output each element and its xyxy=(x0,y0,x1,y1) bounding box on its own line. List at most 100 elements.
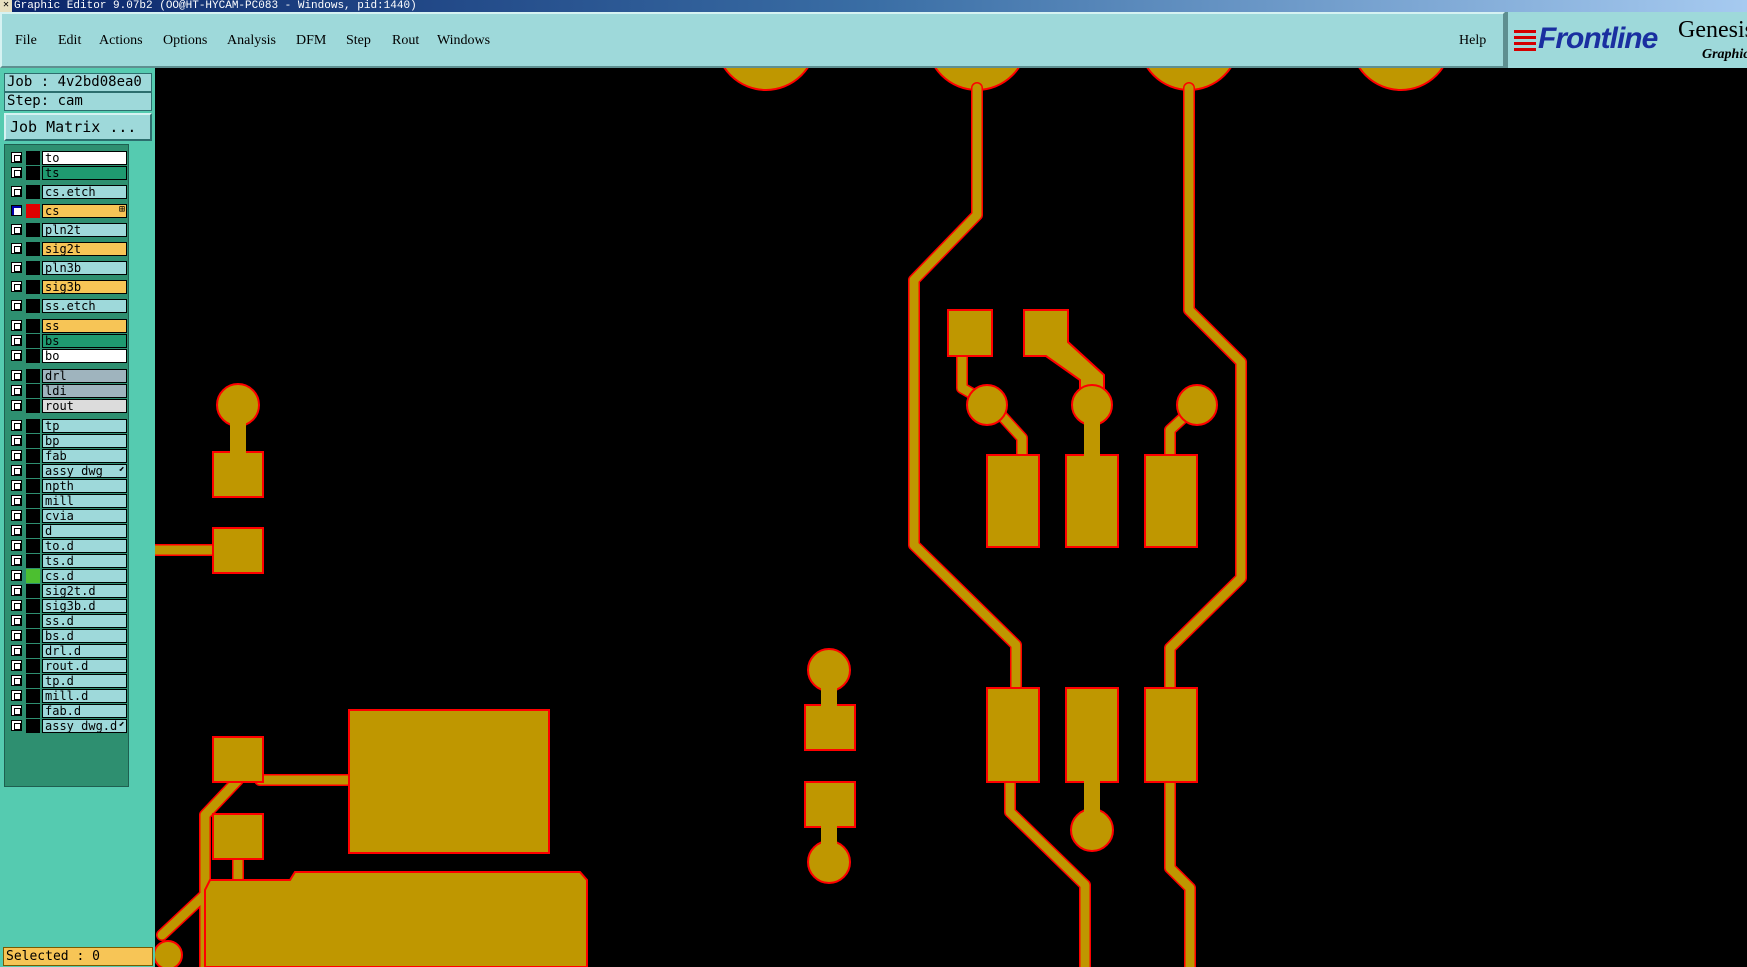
layer-color-swatch[interactable] xyxy=(26,464,40,478)
layer-name[interactable]: bs.d xyxy=(42,629,127,643)
layer-checkbox[interactable] xyxy=(11,720,22,731)
layer-row-ldi[interactable]: ldi xyxy=(7,384,127,398)
layer-checkbox[interactable] xyxy=(11,450,22,461)
job-matrix-button[interactable]: Job Matrix ... xyxy=(4,113,152,141)
menu-options[interactable]: Options xyxy=(163,32,207,50)
layer-row-ts[interactable]: ts xyxy=(7,166,127,180)
layer-name[interactable]: fab.d xyxy=(42,704,127,718)
layer-checkbox[interactable] xyxy=(11,350,22,361)
menu-actions[interactable]: Actions xyxy=(99,32,143,50)
layer-name[interactable]: bo xyxy=(42,349,127,363)
layer-row-bs[interactable]: bs xyxy=(7,334,127,348)
layer-name[interactable]: cs.d xyxy=(42,569,127,583)
menu-file[interactable]: File xyxy=(15,32,37,50)
layer-row-cs-etch[interactable]: cs.etch xyxy=(7,185,127,199)
layer-name[interactable]: rout.d xyxy=(42,659,127,673)
layer-color-swatch[interactable] xyxy=(26,185,40,199)
layer-color-swatch[interactable] xyxy=(26,719,40,733)
layer-color-swatch[interactable] xyxy=(26,494,40,508)
layer-row-mill-d[interactable]: mill.d xyxy=(7,689,127,703)
layer-row-bs-d[interactable]: bs.d xyxy=(7,629,127,643)
layer-name[interactable]: assy_dwg.d xyxy=(42,719,127,733)
layer-name[interactable]: sig3b.d xyxy=(42,599,127,613)
layer-row-ss-d[interactable]: ss.d xyxy=(7,614,127,628)
layer-name[interactable]: assy_dwg xyxy=(42,464,127,478)
layer-checkbox[interactable] xyxy=(11,243,22,254)
layer-name[interactable]: sig3b xyxy=(42,280,127,294)
layer-color-swatch[interactable] xyxy=(26,689,40,703)
layer-name[interactable]: pln3b xyxy=(42,261,127,275)
layer-name[interactable]: tp xyxy=(42,419,127,433)
layer-color-swatch[interactable] xyxy=(26,674,40,688)
layer-checkbox[interactable] xyxy=(11,630,22,641)
graphic-canvas[interactable] xyxy=(155,68,1747,967)
layer-row-fab-d[interactable]: fab.d xyxy=(7,704,127,718)
layer-color-swatch[interactable] xyxy=(26,319,40,333)
layer-name[interactable]: ss xyxy=(42,319,127,333)
layer-checkbox[interactable] xyxy=(11,420,22,431)
layer-color-swatch[interactable] xyxy=(26,704,40,718)
layer-name[interactable]: bp xyxy=(42,434,127,448)
layer-checkbox[interactable] xyxy=(11,660,22,671)
layer-checkbox[interactable] xyxy=(11,435,22,446)
layer-color-swatch[interactable] xyxy=(26,614,40,628)
layer-checkbox[interactable] xyxy=(11,555,22,566)
layer-name[interactable]: tp.d xyxy=(42,674,127,688)
menu-edit[interactable]: Edit xyxy=(58,32,81,50)
layer-color-swatch[interactable] xyxy=(26,449,40,463)
layer-name[interactable]: ss.etch xyxy=(42,299,127,313)
layer-color-swatch[interactable] xyxy=(26,369,40,383)
layer-color-swatch[interactable] xyxy=(26,554,40,568)
layer-color-swatch[interactable] xyxy=(26,599,40,613)
layer-name[interactable]: to xyxy=(42,151,127,165)
layer-checkbox[interactable] xyxy=(11,480,22,491)
layer-checkbox[interactable] xyxy=(11,300,22,311)
layer-color-swatch[interactable] xyxy=(26,524,40,538)
layer-name[interactable]: sig2t xyxy=(42,242,127,256)
layer-checkbox[interactable] xyxy=(11,525,22,536)
layer-checkbox[interactable] xyxy=(11,224,22,235)
menu-analysis[interactable]: Analysis xyxy=(227,32,276,50)
layer-checkbox[interactable] xyxy=(11,186,22,197)
layer-color-swatch[interactable] xyxy=(26,349,40,363)
layer-row-ss-etch[interactable]: ss.etch xyxy=(7,299,127,313)
layer-name[interactable]: bs xyxy=(42,334,127,348)
layer-checkbox[interactable] xyxy=(11,600,22,611)
layer-name[interactable]: cvia xyxy=(42,509,127,523)
layer-checkbox[interactable] xyxy=(11,570,22,581)
layer-row-tp-d[interactable]: tp.d xyxy=(7,674,127,688)
layer-row-assy-dwg[interactable]: assy_dwg ⬋ xyxy=(7,464,127,478)
layer-row-cs-d[interactable]: cs.d xyxy=(7,569,127,583)
layer-name[interactable]: ss.d xyxy=(42,614,127,628)
layer-color-swatch[interactable] xyxy=(26,479,40,493)
layer-row-tp[interactable]: tp xyxy=(7,419,127,433)
layer-row-sig2t-d[interactable]: sig2t.d xyxy=(7,584,127,598)
layer-color-swatch[interactable] xyxy=(26,384,40,398)
layer-color-swatch[interactable] xyxy=(26,659,40,673)
menu-rout[interactable]: Rout xyxy=(392,32,419,50)
layer-checkbox[interactable] xyxy=(11,167,22,178)
layer-name[interactable]: ts.d xyxy=(42,554,127,568)
layer-checkbox[interactable] xyxy=(11,281,22,292)
layer-name[interactable]: ts xyxy=(42,166,127,180)
layer-color-swatch[interactable] xyxy=(26,299,40,313)
layer-row-npth[interactable]: npth xyxy=(7,479,127,493)
layer-row-pln2t[interactable]: pln2t xyxy=(7,223,127,237)
menu-step[interactable]: Step xyxy=(346,32,371,50)
layer-row-sig3b-d[interactable]: sig3b.d xyxy=(7,599,127,613)
layer-checkbox[interactable] xyxy=(11,540,22,551)
layer-color-swatch[interactable] xyxy=(26,151,40,165)
layer-color-swatch[interactable] xyxy=(26,261,40,275)
layer-checkbox[interactable] xyxy=(11,335,22,346)
layer-row-d[interactable]: d xyxy=(7,524,127,538)
layer-row-assy-dwg-d[interactable]: assy_dwg.d ⬋ xyxy=(7,719,127,733)
layer-name[interactable]: npth xyxy=(42,479,127,493)
layer-color-swatch[interactable] xyxy=(26,584,40,598)
layer-checkbox[interactable] xyxy=(11,370,22,381)
layer-color-swatch[interactable] xyxy=(26,569,40,583)
layer-row-mill[interactable]: mill xyxy=(7,494,127,508)
layer-row-drl-d[interactable]: drl.d xyxy=(7,644,127,658)
layer-checkbox[interactable] xyxy=(11,510,22,521)
layer-row-cvia[interactable]: cvia xyxy=(7,509,127,523)
layer-checkbox[interactable] xyxy=(11,495,22,506)
